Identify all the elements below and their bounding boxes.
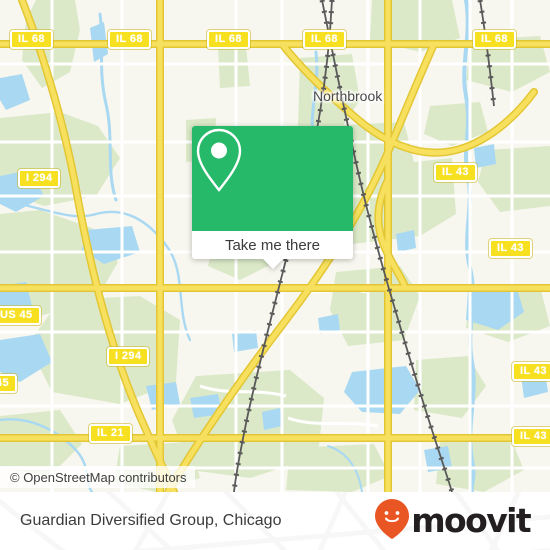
highway-shield[interactable]: IL 68 — [473, 30, 516, 49]
highway-shield[interactable]: IL 43 — [489, 239, 532, 258]
place-label-northbrook: Northbrook — [313, 88, 383, 104]
moovit-logo[interactable]: moovit — [375, 492, 532, 550]
highway-shield[interactable]: 45 — [0, 374, 18, 393]
moovit-smiley-pin-icon — [375, 498, 410, 544]
highway-shield[interactable]: US 45 — [0, 306, 41, 325]
location-popup[interactable]: Take me there — [192, 126, 353, 269]
highway-shield[interactable]: IL 68 — [303, 30, 346, 49]
map-canvas[interactable]: Northbrook IL 68 IL 68 IL 68 IL 68 IL 68… — [0, 0, 550, 492]
map-page: Northbrook IL 68 IL 68 IL 68 IL 68 IL 68… — [0, 0, 550, 550]
popup-image-area — [192, 126, 353, 231]
footer-bar: Guardian Diversified Group, Chicago moov… — [0, 492, 550, 550]
popup-pointer — [262, 258, 284, 269]
location-title: Guardian Diversified Group, Chicago — [20, 512, 282, 529]
highway-shield[interactable]: IL 43 — [434, 163, 477, 182]
osm-attribution[interactable]: © OpenStreetMap contributors — [0, 466, 195, 488]
highway-shield[interactable]: IL 68 — [108, 30, 151, 49]
highway-shield[interactable]: IL 21 — [89, 424, 132, 443]
moovit-wordmark: moovit — [411, 500, 531, 540]
highway-shield[interactable]: I 294 — [18, 169, 61, 188]
highway-shield[interactable]: IL 68 — [207, 30, 250, 49]
highway-shield[interactable]: I 294 — [107, 347, 150, 366]
highway-shield[interactable]: IL 68 — [10, 30, 53, 49]
take-me-there-button[interactable]: Take me there — [192, 231, 353, 259]
highway-shield[interactable]: IL 43 — [512, 427, 550, 446]
highway-shield[interactable]: IL 43 — [512, 362, 550, 381]
